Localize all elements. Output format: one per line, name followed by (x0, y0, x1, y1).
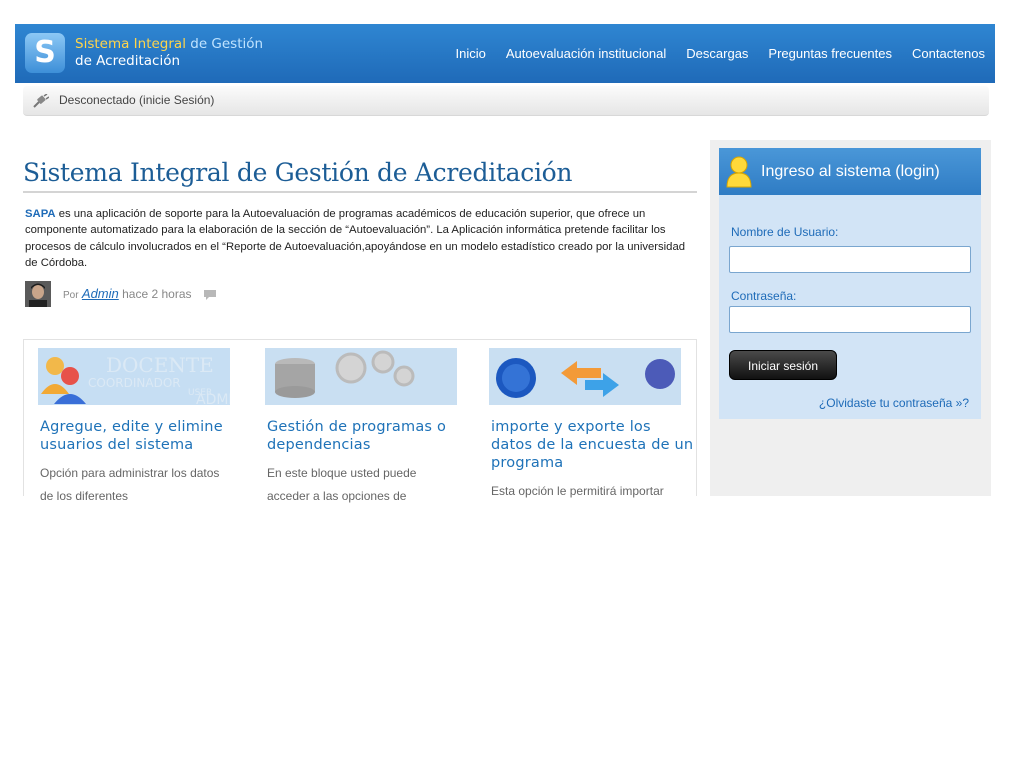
meta-time: hace 2 horas (122, 287, 192, 301)
avatar (25, 281, 51, 307)
forgot-password-link[interactable]: ¿Olvidaste tu contraseña »? (819, 396, 969, 410)
status-bar: Desconectado (inicie Sesión) (23, 86, 989, 116)
intro-strong: SAPA (25, 208, 56, 220)
feature-users-text: Opción para administrar los datos de los… (40, 466, 220, 503)
main-nav: Inicio Autoevaluación institucional Desc… (445, 24, 995, 83)
username-label: Nombre de Usuario: (731, 225, 839, 239)
feature-programs: Gestión de programas o dependencias En e… (265, 348, 470, 507)
author-link[interactable]: Admin (82, 286, 119, 301)
nav-preguntas[interactable]: Preguntas frecuentes (758, 24, 902, 83)
features-box: DOCENTE COORDINADOR USER ADMIN Agregue, … (23, 339, 697, 503)
page-title: Sistema Integral de Gestión de Acreditac… (23, 158, 697, 193)
meta-text: Por Admin hace 2 horas (63, 286, 217, 301)
intro-paragraph: SAPA es una aplicación de soporte para l… (25, 206, 697, 271)
logo-line2: de Acreditación (75, 53, 181, 69)
user-icon (726, 156, 752, 188)
feature-import-export-title[interactable]: importe y exporte los datos de la encues… (491, 418, 694, 472)
login-header: Ingreso al sistema (login) (719, 148, 981, 195)
logo-line1-highlight: Sistema Integral (75, 36, 186, 52)
feature-users-title[interactable]: Agregue, edite y elimine usuarios del si… (40, 418, 243, 454)
feature-users: DOCENTE COORDINADOR USER ADMIN Agregue, … (38, 348, 243, 507)
nav-inicio[interactable]: Inicio (445, 24, 495, 83)
nav-autoevaluacion[interactable]: Autoevaluación institucional (496, 24, 676, 83)
login-panel: Ingreso al sistema (login) Nombre de Usu… (719, 148, 981, 419)
feature-import-export-text: Esta opción le permitirá importar (491, 484, 664, 498)
intro-text: es una aplicación de soporte para la Aut… (25, 208, 686, 269)
nav-contactenos[interactable]: Contactenos (902, 24, 995, 83)
feature-programs-title[interactable]: Gestión de programas o dependencias (267, 418, 470, 454)
img-word-coordinador: COORDINADOR (88, 376, 181, 390)
plug-icon (33, 94, 49, 108)
login-title: Ingreso al sistema (login) (761, 163, 940, 180)
feature-programs-text: En este bloque usted puede acceder a las… (267, 466, 417, 503)
post-meta: Por Admin hace 2 horas (25, 281, 325, 307)
site-logo-text[interactable]: Sistema Integral de Gestión de Acreditac… (75, 36, 263, 70)
feature-import-export: importe y exporte los datos de la encues… (489, 348, 694, 503)
password-label: Contraseña: (731, 289, 797, 303)
login-status-text[interactable]: Desconectado (inicie Sesión) (59, 86, 214, 115)
database-illustration[interactable] (265, 348, 457, 405)
login-button[interactable]: Iniciar sesión (729, 350, 837, 380)
username-input[interactable] (729, 246, 971, 273)
site-header: S Sistema Integral de Gestión de Acredit… (15, 24, 995, 83)
img-word-admin: ADMIN (196, 392, 230, 405)
logo-letter: S (34, 35, 56, 70)
logo-icon[interactable]: S (25, 33, 65, 73)
meta-por: Por (63, 290, 79, 301)
import-export-illustration[interactable] (489, 348, 681, 405)
users-illustration[interactable]: DOCENTE COORDINADOR USER ADMIN (38, 348, 243, 408)
logo-line1-rest: de Gestión (185, 36, 264, 52)
comment-icon[interactable] (203, 289, 217, 301)
sidebar: Ingreso al sistema (login) Nombre de Usu… (710, 140, 991, 496)
password-input[interactable] (729, 306, 971, 333)
nav-descargas[interactable]: Descargas (676, 24, 758, 83)
img-word-docente: DOCENTE (106, 353, 214, 377)
